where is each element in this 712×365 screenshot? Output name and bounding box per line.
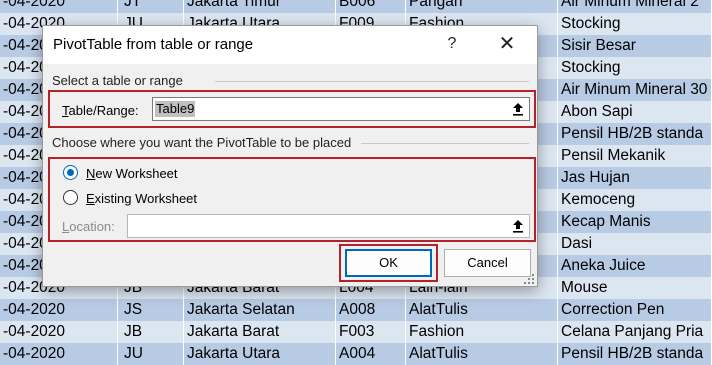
ok-button[interactable]: OK bbox=[345, 249, 432, 277]
close-button[interactable]: ✕ bbox=[495, 32, 519, 56]
table-range-value: Table9 bbox=[155, 101, 196, 117]
cell-code[interactable]: JB bbox=[118, 321, 184, 343]
table-row[interactable]: -04-2020 JB Jakarta Barat F003 Fashion Celana… bbox=[0, 321, 712, 343]
cell-product[interactable]: Correction Pen bbox=[558, 299, 712, 321]
cell-product[interactable]: Celana Panjang Pria bbox=[558, 321, 712, 343]
cell-product[interactable]: Kecap Manis bbox=[558, 211, 712, 233]
cell-city[interactable]: Jakarta Utara bbox=[184, 343, 336, 365]
cell-category[interactable]: Fashion bbox=[406, 321, 558, 343]
cell-id[interactable]: F003 bbox=[336, 321, 406, 343]
cell-code[interactable]: JT bbox=[118, 0, 184, 13]
table-row[interactable]: -04-2020 JT Jakarta Timur B006 Pangan Air Min… bbox=[0, 0, 712, 13]
cell-city[interactable]: Jakarta Timur bbox=[184, 0, 336, 13]
cell-product[interactable]: Air Minum Mineral 30 bbox=[558, 79, 712, 101]
cell-product[interactable]: Pensil HB/2B standa bbox=[558, 123, 712, 145]
table-row[interactable]: -04-2020 JS Jakarta Selatan A008 AlatTulis Co… bbox=[0, 299, 712, 321]
cell-date[interactable]: -04-2020 bbox=[0, 343, 118, 365]
cell-product[interactable]: Stocking bbox=[558, 13, 712, 35]
table-row[interactable]: -04-2020 JU Jakarta Utara A004 AlatTulis Pens… bbox=[0, 343, 712, 365]
cell-product[interactable]: Stocking bbox=[558, 57, 712, 79]
cancel-button[interactable]: Cancel bbox=[444, 249, 531, 277]
help-button[interactable]: ? bbox=[441, 32, 463, 56]
cell-product[interactable]: Mouse bbox=[558, 277, 712, 299]
location-label: Location: bbox=[62, 219, 115, 234]
section-divider bbox=[215, 81, 529, 82]
resize-grip-icon[interactable] bbox=[523, 272, 535, 284]
cell-product[interactable]: Abon Sapi bbox=[558, 101, 712, 123]
cell-date[interactable]: -04-2020 bbox=[0, 321, 118, 343]
existing-worksheet-radio[interactable] bbox=[63, 190, 78, 205]
cell-id[interactable]: A004 bbox=[336, 343, 406, 365]
cell-date[interactable]: -04-2020 bbox=[0, 0, 118, 13]
pivottable-dialog: PivotTable from table or range ? ✕ Selec… bbox=[42, 25, 538, 287]
cell-product[interactable]: Sisir Besar bbox=[558, 35, 712, 57]
cell-product[interactable]: Jas Hujan bbox=[558, 167, 712, 189]
cell-date[interactable]: -04-2020 bbox=[0, 299, 118, 321]
cell-product[interactable]: Dasi bbox=[558, 233, 712, 255]
location-input[interactable] bbox=[127, 214, 530, 238]
section-placement-label: Choose where you want the PivotTable to … bbox=[52, 135, 352, 150]
dialog-titlebar: PivotTable from table or range ? ✕ bbox=[43, 26, 537, 64]
cell-code[interactable]: JS bbox=[118, 299, 184, 321]
cell-product[interactable]: Pensil Mekanik bbox=[558, 145, 712, 167]
collapse-dialog-icon[interactable] bbox=[507, 98, 529, 120]
cell-city[interactable]: Jakarta Barat bbox=[184, 321, 336, 343]
cell-id[interactable]: A008 bbox=[336, 299, 406, 321]
section-divider bbox=[361, 143, 529, 144]
cell-code[interactable]: JU bbox=[118, 343, 184, 365]
section-select-range-label: Select a table or range bbox=[52, 73, 183, 88]
cell-category[interactable]: AlatTulis bbox=[406, 343, 558, 365]
table-range-label: Table/Range: bbox=[62, 103, 139, 118]
cell-category[interactable]: Pangan bbox=[406, 0, 558, 13]
cell-city[interactable]: Jakarta Selatan bbox=[184, 299, 336, 321]
cell-category[interactable]: AlatTulis bbox=[406, 299, 558, 321]
cell-product[interactable]: Kemoceng bbox=[558, 189, 712, 211]
location-collapse-icon[interactable] bbox=[507, 215, 529, 237]
cell-product[interactable]: Pensil HB/2B standa bbox=[558, 343, 712, 365]
cell-id[interactable]: B006 bbox=[336, 0, 406, 13]
cell-product[interactable]: Air Minum Mineral 2 bbox=[558, 0, 712, 13]
dialog-title: PivotTable from table or range bbox=[53, 36, 254, 53]
new-worksheet-radio[interactable] bbox=[63, 165, 78, 180]
new-worksheet-label[interactable]: New Worksheet bbox=[86, 166, 178, 181]
cell-product[interactable]: Aneka Juice bbox=[558, 255, 712, 277]
table-range-input[interactable]: Table9 bbox=[152, 97, 530, 121]
existing-worksheet-label[interactable]: Existing Worksheet bbox=[86, 191, 197, 206]
